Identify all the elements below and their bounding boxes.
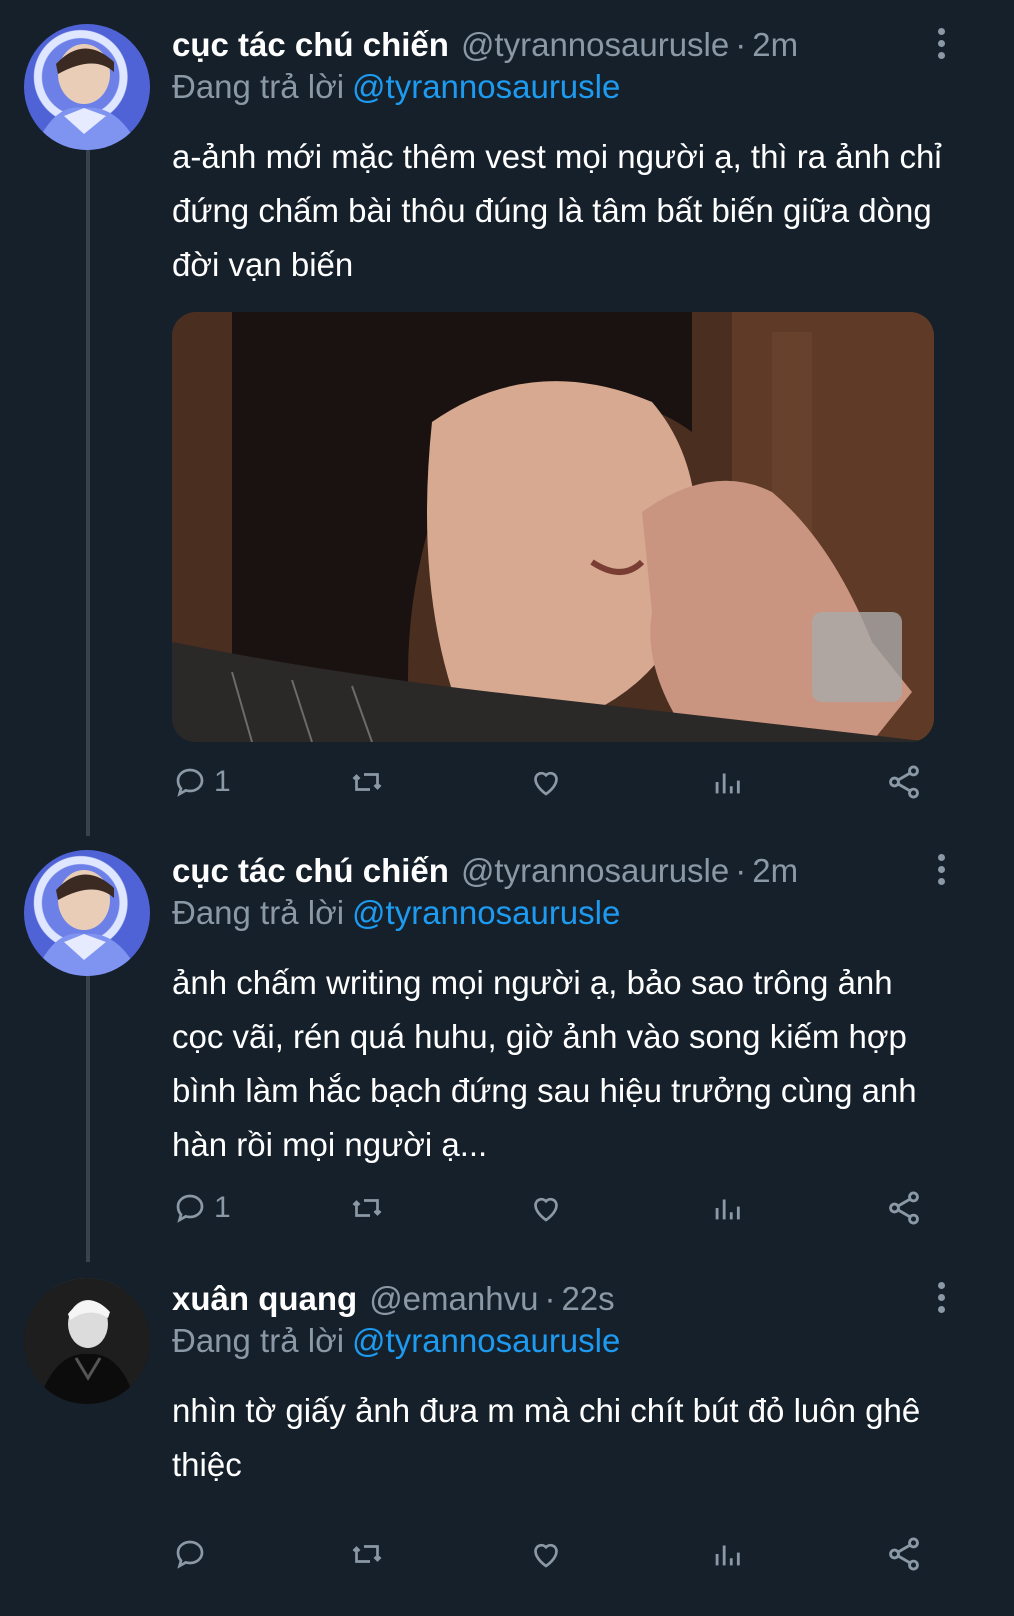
more-options-icon[interactable] <box>934 1282 948 1320</box>
mention-link[interactable]: @tyrannosaurusle <box>352 894 620 931</box>
photo-image <box>172 312 934 742</box>
share-icon <box>889 1537 919 1571</box>
reply-count: 1 <box>214 765 231 798</box>
reply-button[interactable]: 1 <box>172 760 231 804</box>
reply-button[interactable]: 1 <box>172 1186 231 1230</box>
reply-count: 1 <box>214 1191 231 1224</box>
retweet-button[interactable] <box>348 1186 386 1230</box>
timestamp[interactable]: 22s <box>561 1280 614 1318</box>
tweet[interactable]: cục tác chú chiến @tyrannosaurusle · 2m … <box>0 850 1014 1240</box>
replying-label: Đang trả lời <box>172 894 345 931</box>
tweet[interactable]: xuân quang @emanhvu · 22s Đang trả lời @t… <box>0 1278 1014 1608</box>
tweet-text: ảnh chấm writing mọi người ạ, bảo sao tr… <box>172 964 917 1163</box>
reply-button[interactable] <box>172 1532 214 1576</box>
analytics-button[interactable] <box>710 1532 744 1576</box>
like-button[interactable] <box>528 1186 564 1230</box>
user-avatar-icon <box>34 44 140 150</box>
display-name[interactable]: xuân quang <box>172 1280 357 1318</box>
analytics-button[interactable] <box>710 1186 744 1230</box>
mention-link[interactable]: @tyrannosaurusle <box>352 1322 620 1359</box>
retweet-icon <box>352 1545 382 1563</box>
share-button[interactable] <box>884 1532 924 1576</box>
user-avatar-icon <box>34 870 140 976</box>
timestamp[interactable]: 2m <box>752 26 798 64</box>
retweet-icon <box>352 773 382 791</box>
display-name[interactable]: cục tác chú chiến <box>172 852 449 890</box>
separator: · <box>735 26 747 63</box>
user-handle[interactable]: @tyrannosaurusle <box>461 26 729 64</box>
retweet-button[interactable] <box>348 1532 386 1576</box>
display-name[interactable]: cục tác chú chiến <box>172 26 449 64</box>
avatar[interactable] <box>24 1278 150 1404</box>
share-icon <box>889 1191 919 1225</box>
avatar[interactable] <box>24 24 150 150</box>
mention-link[interactable]: @tyrannosaurusle <box>352 68 620 105</box>
replying-to: Đang trả lời @tyrannosaurusle <box>172 68 620 106</box>
share-button[interactable] <box>884 1186 924 1230</box>
more-options-icon[interactable] <box>934 854 948 892</box>
replying-to: Đang trả lời @tyrannosaurusle <box>172 1322 620 1360</box>
separator: · <box>544 1280 556 1317</box>
tweet-header: cục tác chú chiến @tyrannosaurusle · 2m <box>172 852 798 898</box>
tweet-header: xuân quang @emanhvu · 22s <box>172 1280 615 1326</box>
timestamp[interactable]: 2m <box>752 852 798 890</box>
tweet-text: a-ảnh mới mặc thêm vest mọi người ạ, thì… <box>172 138 942 283</box>
replying-label: Đang trả lời <box>172 68 345 105</box>
reply-icon <box>176 1540 204 1569</box>
avatar[interactable] <box>24 850 150 976</box>
share-icon <box>889 765 919 799</box>
user-handle[interactable]: @emanhvu <box>369 1280 538 1318</box>
like-button[interactable] <box>528 760 564 804</box>
retweet-button[interactable] <box>348 760 386 804</box>
like-icon <box>534 1197 558 1222</box>
tweet-actions <box>172 1532 962 1576</box>
analytics-icon <box>715 1199 740 1220</box>
analytics-icon <box>715 1545 740 1566</box>
tweet-actions: 1 <box>172 760 962 804</box>
reply-icon <box>176 768 204 797</box>
reply-icon <box>176 1194 204 1223</box>
replying-to: Đang trả lời @tyrannosaurusle <box>172 894 620 932</box>
analytics-button[interactable] <box>710 760 744 804</box>
user-avatar-icon <box>24 1278 150 1404</box>
tweet-header: cục tác chú chiến @tyrannosaurusle · 2m <box>172 26 798 72</box>
tweet-text: nhìn tờ giấy ảnh đưa m mà chi chít bút đ… <box>172 1392 921 1483</box>
tweet[interactable]: cục tác chú chiến @tyrannosaurusle · 2m … <box>0 24 1014 824</box>
separator: · <box>735 852 747 889</box>
tweet-image[interactable] <box>172 312 934 742</box>
share-button[interactable] <box>884 760 924 804</box>
analytics-icon <box>715 773 740 794</box>
like-icon <box>534 771 558 796</box>
like-button[interactable] <box>528 1532 564 1576</box>
retweet-icon <box>352 1199 382 1217</box>
user-handle[interactable]: @tyrannosaurusle <box>461 852 729 890</box>
more-options-icon[interactable] <box>934 28 948 66</box>
tweet-actions: 1 <box>172 1186 962 1230</box>
replying-label: Đang trả lời <box>172 1322 345 1359</box>
like-icon <box>534 1543 558 1568</box>
